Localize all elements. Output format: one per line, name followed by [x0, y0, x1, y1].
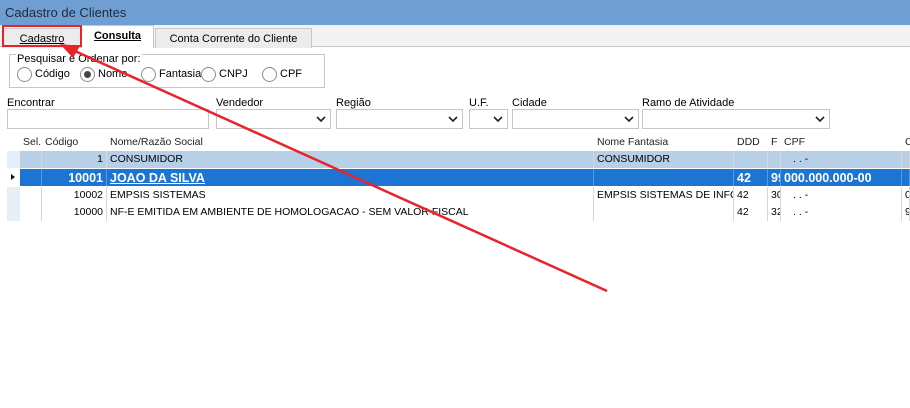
ddd-cell: 42 [734, 187, 768, 204]
header-sel[interactable]: Sel. [20, 134, 42, 151]
chevron-down-icon [624, 116, 634, 123]
fantasia-cell [594, 204, 734, 221]
codigo-cell: 10000 [42, 204, 107, 221]
codigo-cell: 1 [42, 151, 107, 168]
cadastro-clientes-window: Cadastro de Clientes Cadastro Consulta C… [0, 0, 910, 408]
radio-checked-icon [80, 66, 95, 82]
radio-cnpj[interactable]: CNPJ [201, 66, 248, 82]
fantasia-cell [594, 169, 734, 186]
grid-header-row: Sel. Código Nome/Razão Social Nome Fanta… [7, 134, 910, 151]
header-cpf[interactable]: CPF [781, 134, 902, 151]
nome-cell: EMPSIS SISTEMAS [107, 187, 594, 204]
vendedor-select[interactable] [216, 109, 331, 129]
encontrar-input[interactable] [7, 109, 209, 129]
row-gutter [7, 187, 20, 204]
f-cell: 99 [768, 169, 781, 186]
radio-circle-icon [141, 66, 156, 82]
encontrar-label: Encontrar [7, 97, 55, 109]
cidade-label: Cidade [512, 97, 547, 109]
c-cell [902, 151, 910, 168]
header-f[interactable]: F [768, 134, 781, 151]
codigo-cell: 10001 [42, 169, 107, 186]
nome-cell: NF-E EMITIDA EM AMBIENTE DE HOMOLOGACAO … [107, 204, 594, 221]
annotation-highlight-box [2, 25, 82, 47]
ramo-atividade-select[interactable] [642, 109, 830, 129]
chevron-down-icon [815, 116, 825, 123]
radio-label: Nome [98, 68, 128, 80]
sel-cell[interactable] [20, 187, 42, 204]
regiao-select[interactable] [336, 109, 463, 129]
header-ddd[interactable]: DDD [734, 134, 768, 151]
radio-label: Código [35, 68, 70, 80]
tab-label: Consulta [93, 30, 142, 42]
radio-codigo[interactable]: Código [17, 66, 70, 82]
fantasia-cell: EMPSIS SISTEMAS DE INFOR [594, 187, 734, 204]
row-gutter [7, 169, 20, 186]
c-cell [902, 169, 910, 186]
fantasia-cell: CONSUMIDOR [594, 151, 734, 168]
chevron-down-icon [493, 116, 503, 123]
table-row[interactable]: 10000 NF-E EMITIDA EM AMBIENTE DE HOMOLO… [7, 204, 910, 221]
ddd-cell [734, 151, 768, 168]
codigo-cell: 10002 [42, 187, 107, 204]
chevron-down-icon [448, 116, 458, 123]
uf-select[interactable] [469, 109, 508, 129]
c-cell: 9 [902, 204, 910, 221]
radio-nome[interactable]: Nome [80, 66, 127, 82]
clientes-grid: Sel. Código Nome/Razão Social Nome Fanta… [7, 134, 910, 222]
row-pointer-icon [11, 174, 15, 180]
radio-label: Fantasia [159, 68, 202, 80]
header-c[interactable]: C [902, 134, 910, 151]
radio-circle-icon [262, 66, 277, 82]
header-fantasia[interactable]: Nome Fantasia [594, 134, 734, 151]
window-title: Cadastro de Clientes [0, 0, 910, 25]
tab-strip: Cadastro Consulta Conta Corrente do Clie… [0, 25, 910, 48]
f-cell: 32 [768, 204, 781, 221]
sel-cell[interactable] [20, 204, 42, 221]
radio-label: CNPJ [219, 68, 248, 80]
f-cell: 30 [768, 187, 781, 204]
radio-circle-icon [201, 66, 216, 82]
radio-cpf[interactable]: CPF [262, 66, 302, 82]
tab-conta-corrente[interactable]: Conta Corrente do Cliente [155, 28, 312, 48]
tab-label: Conta Corrente do Cliente [169, 33, 298, 45]
radio-fantasia[interactable]: Fantasia [141, 66, 201, 82]
header-codigo[interactable]: Código [42, 134, 107, 151]
ramo-atividade-label: Ramo de Atividade [642, 97, 735, 109]
table-row-selected[interactable]: 10001 JOAO DA SILVA 42 99 000.000.000-00 [7, 169, 910, 186]
vendedor-label: Vendedor [216, 97, 264, 109]
header-nome[interactable]: Nome/Razão Social [107, 134, 594, 151]
nome-cell: JOAO DA SILVA [107, 169, 594, 186]
table-row[interactable]: 1 CONSUMIDOR CONSUMIDOR . . - [7, 151, 910, 168]
radio-label: CPF [280, 68, 302, 80]
sel-cell[interactable] [20, 151, 42, 168]
regiao-label: Região [336, 97, 371, 109]
cpf-cell: . . - [781, 187, 902, 204]
c-cell: 0 [902, 187, 910, 204]
cpf-cell: . . - [781, 151, 902, 168]
row-gutter [7, 204, 20, 221]
uf-label: U.F. [469, 97, 489, 109]
row-gutter [7, 151, 20, 168]
sel-cell[interactable] [20, 169, 42, 186]
cidade-select[interactable] [512, 109, 639, 129]
f-cell [768, 151, 781, 168]
search-order-label: Pesquisar e Ordenar por: [16, 53, 142, 65]
cpf-cell: 000.000.000-00 [781, 169, 902, 186]
cpf-cell: . . - [781, 204, 902, 221]
ddd-cell: 42 [734, 169, 768, 186]
chevron-down-icon [316, 116, 326, 123]
tab-consulta[interactable]: Consulta [81, 25, 154, 48]
table-row[interactable]: 10002 EMPSIS SISTEMAS EMPSIS SISTEMAS DE… [7, 187, 910, 204]
ddd-cell: 42 [734, 204, 768, 221]
nome-cell: CONSUMIDOR [107, 151, 594, 168]
radio-circle-icon [17, 66, 32, 82]
